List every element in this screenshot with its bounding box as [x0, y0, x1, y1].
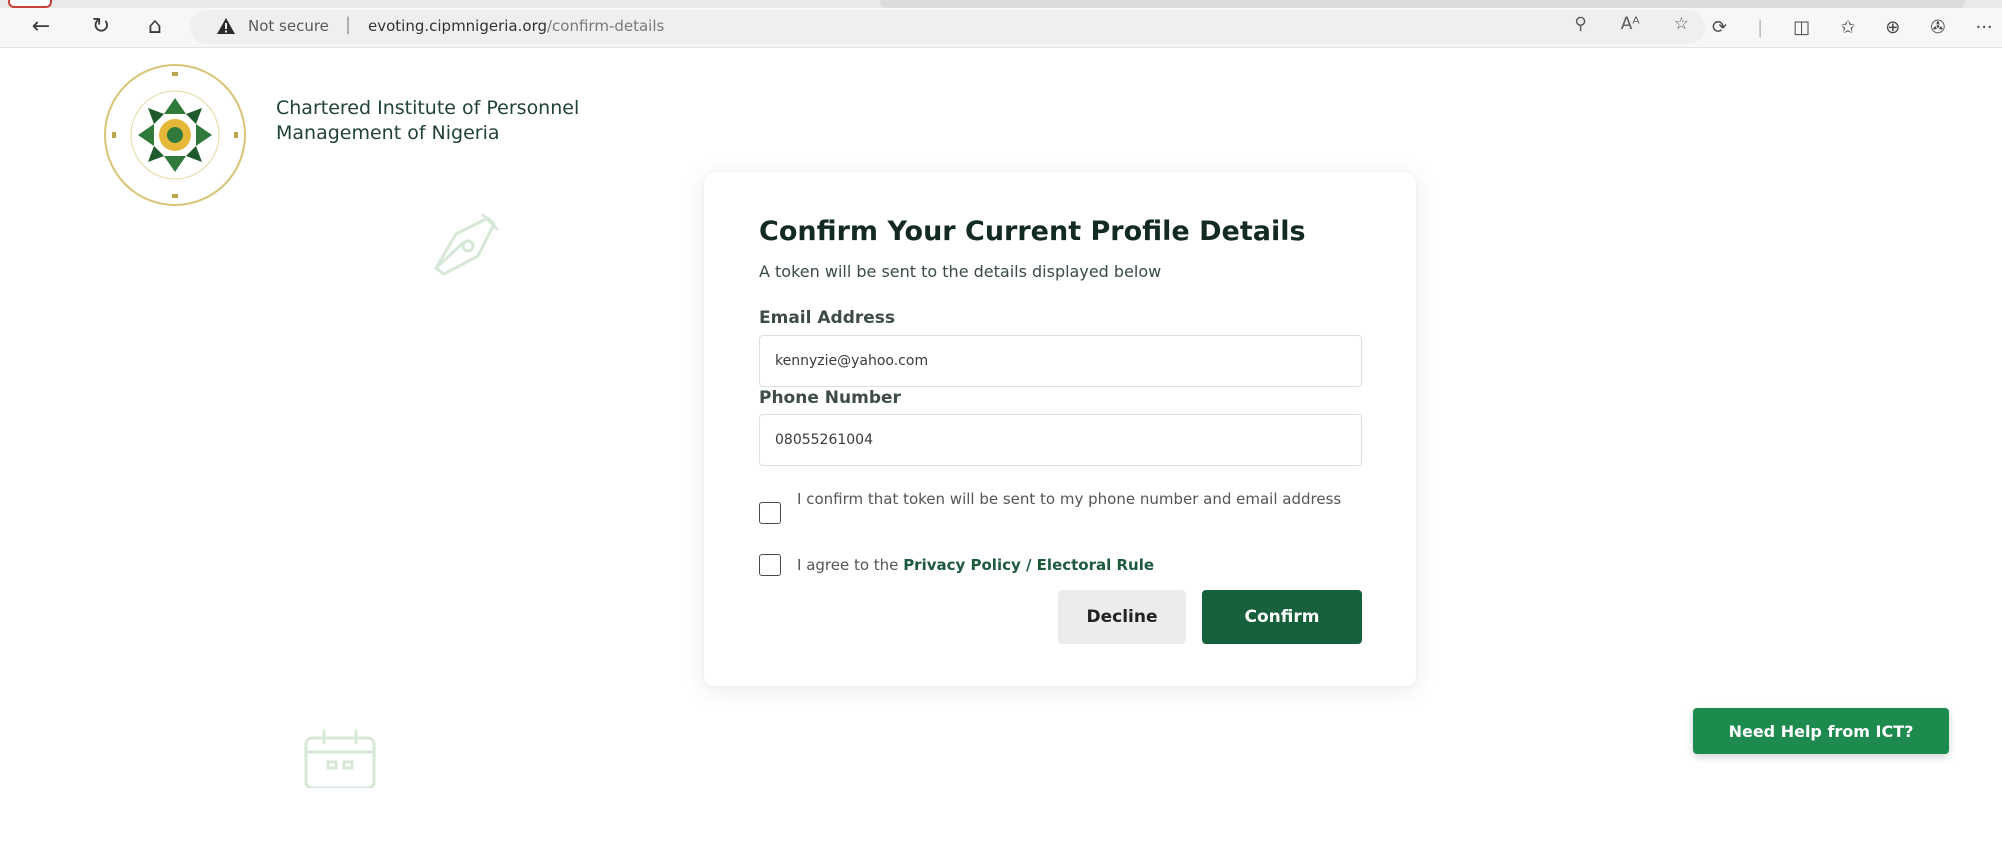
agree-policy-text: I agree to the Privacy Policy / Electora… — [797, 554, 1154, 577]
agree-policy-row: I agree to the Privacy Policy / Electora… — [759, 554, 1369, 577]
split-screen-icon[interactable]: ◫ — [1793, 17, 1810, 38]
token-confirm-checkbox[interactable] — [759, 502, 781, 524]
help-ict-button[interactable]: Need Help from ICT? — [1693, 708, 1949, 754]
token-confirm-text: I confirm that token will be sent to my … — [797, 490, 1342, 508]
search-icon[interactable]: ⚲ — [1574, 14, 1586, 40]
pen-nib-icon — [434, 212, 500, 276]
warning-icon[interactable] — [216, 16, 236, 36]
active-tab[interactable] — [8, 0, 52, 8]
agree-prefix: I agree to the — [797, 556, 904, 574]
phone-field[interactable] — [759, 414, 1362, 466]
read-aloud-icon[interactable]: Aᴬ — [1621, 14, 1640, 40]
calendar-icon — [304, 730, 376, 788]
email-label: Email Address — [759, 308, 896, 328]
favorite-star-icon[interactable]: ☆ — [1674, 14, 1689, 40]
confirm-details-card: Confirm Your Current Profile Details A t… — [704, 172, 1416, 686]
extensions-icon[interactable]: ✇ — [1930, 17, 1945, 38]
cipm-logo-icon — [104, 64, 246, 206]
phone-label: Phone Number — [759, 388, 901, 408]
url-text[interactable]: evoting.cipmnigeria.org/confirm-details — [368, 17, 664, 35]
address-bar[interactable]: Not secure | evoting.cipmnigeria.org/con… — [190, 10, 1705, 44]
url-path: /confirm-details — [547, 17, 665, 35]
security-label[interactable]: Not secure — [248, 17, 329, 35]
reload-icon[interactable]: ↻ — [86, 12, 116, 42]
tab-strip — [0, 0, 2002, 8]
collections-icon[interactable]: ⊕ — [1885, 17, 1900, 38]
browser-toolbar: ← ↻ ⌂ Not secure | evoting.cipmnigeria.o… — [0, 0, 2002, 48]
home-icon[interactable]: ⌂ — [140, 12, 170, 42]
refresh-extension-icon[interactable]: ⟳ — [1712, 17, 1727, 38]
toolbar-divider: | — [1757, 16, 1764, 38]
card-subtitle: A token will be sent to the details disp… — [759, 262, 1162, 281]
address-separator: | — [345, 14, 352, 35]
browser-toolbar-right: ⟳ | ◫ ✩ ⊕ ✇ ··· — [1712, 10, 2002, 44]
inactive-tab[interactable] — [880, 0, 1965, 8]
more-menu-icon[interactable]: ··· — [1975, 17, 1992, 38]
address-tools: ⚲ Aᴬ ☆ — [1574, 14, 1689, 40]
privacy-policy-link[interactable]: Privacy Policy / Electoral Rule — [903, 556, 1154, 574]
url-host: evoting.cipmnigeria.org — [368, 17, 547, 35]
email-field[interactable] — [759, 335, 1362, 387]
confirm-button[interactable]: Confirm — [1202, 590, 1362, 644]
token-confirm-row: I confirm that token will be sent to my … — [759, 488, 1369, 524]
decline-button[interactable]: Decline — [1058, 590, 1186, 644]
favorites-icon[interactable]: ✩ — [1840, 17, 1855, 38]
organization-name: Chartered Institute of Personnel Managem… — [276, 97, 580, 144]
agree-policy-checkbox[interactable] — [759, 554, 781, 576]
card-title: Confirm Your Current Profile Details — [759, 216, 1306, 247]
back-icon[interactable]: ← — [26, 12, 56, 42]
